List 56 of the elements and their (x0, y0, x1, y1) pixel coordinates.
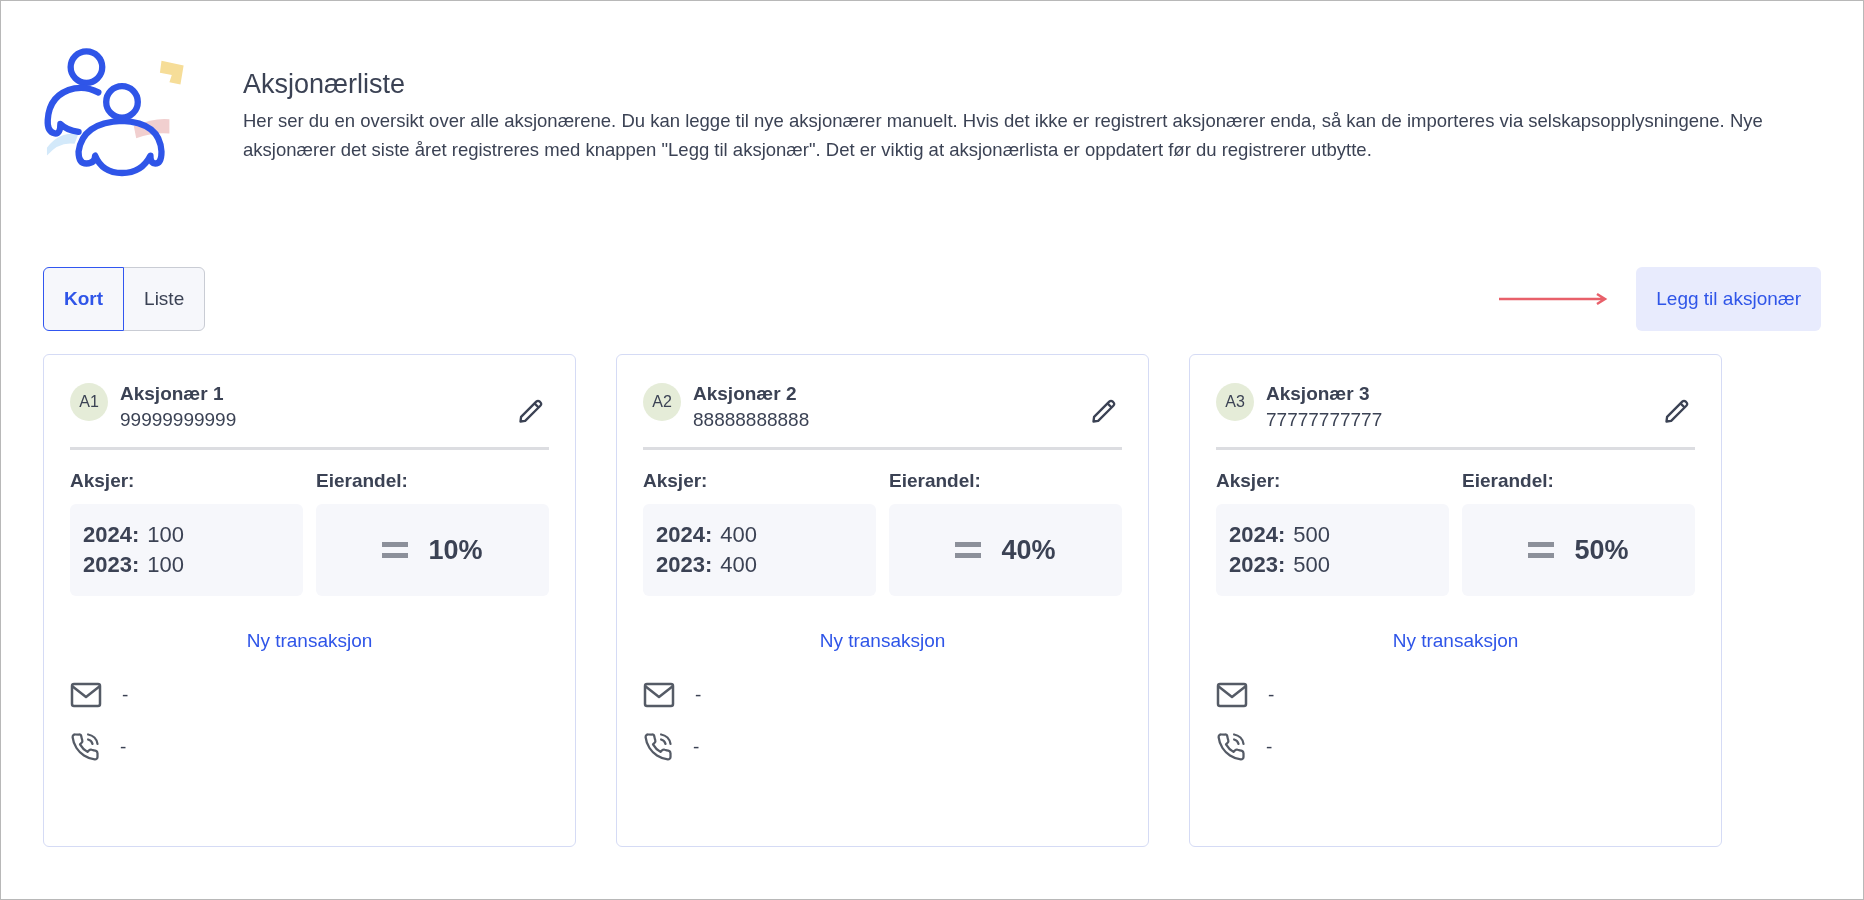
mail-icon (643, 682, 675, 708)
ownership-percent: 40% (1001, 534, 1056, 566)
shareholder-name: Aksjonær 1 (120, 383, 225, 405)
ownership-label: Eierandel: (1462, 470, 1555, 492)
view-toggle-tab[interactable]: Liste (123, 267, 206, 331)
avatar: A2 (643, 383, 681, 421)
share-count: 100 (147, 522, 184, 548)
edit-icon (1663, 397, 1691, 425)
ownership-label: Eierandel: (889, 470, 982, 492)
phone-icon (643, 732, 673, 762)
ownership-label: Eierandel: (316, 470, 409, 492)
phone-value: - (693, 736, 700, 758)
new-transaction-link[interactable]: Ny transaksjon (819, 630, 946, 652)
id-number: 99999999999 (120, 409, 238, 431)
year-label: 2024: (83, 522, 140, 548)
equals-icon (955, 541, 982, 559)
new-transaction-link[interactable]: Ny transaksjon (246, 630, 373, 652)
year-label: 2023: (1229, 552, 1286, 578)
email-value: - (1268, 684, 1275, 706)
shares-label: Aksjer: (643, 470, 709, 492)
phone-value: - (1266, 736, 1273, 758)
share-count: 100 (147, 552, 184, 578)
add-shareholder-button[interactable]: Legg til aksjonær (1636, 267, 1821, 331)
year-label: 2024: (1229, 522, 1286, 548)
equals-icon (382, 541, 409, 559)
share-count: 400 (720, 552, 757, 578)
view-toggle-tab[interactable]: Kort (43, 267, 125, 331)
year-label: 2023: (656, 552, 713, 578)
id-number: 88888888888 (693, 409, 811, 431)
page-description: Her ser du en oversikt over alle aksjonærene. Du kan legge til nye aksjonærer manuelt. Hvis det ikke er registrert aksjonærer enda, så kan de importeres via selskapsopplysningene. Nye aksjonærer det siste året registreres med knappen "Legg til aksjonær". Det er viktig at aksjonærlista er oppdatert før du registrerer utbytte. (243, 109, 1764, 162)
share-count: 500 (1293, 552, 1330, 578)
shares-label: Aksjer: (1216, 470, 1282, 492)
email-value: - (122, 684, 129, 706)
new-transaction-link[interactable]: Ny transaksjon (1392, 630, 1519, 652)
phone-icon (1216, 732, 1246, 762)
share-count: 500 (1293, 522, 1330, 548)
ownership-percent: 10% (428, 534, 483, 566)
email-value: - (695, 684, 702, 706)
shareholder-name: Aksjonær 2 (693, 383, 798, 405)
page-title: Aksjonærliste (243, 69, 407, 100)
id-number: 77777777777 (1266, 409, 1384, 431)
ownership-percent: 50% (1574, 534, 1629, 566)
phone-value: - (120, 736, 127, 758)
avatar: A3 (1216, 383, 1254, 421)
equals-icon (1528, 541, 1555, 559)
year-label: 2023: (83, 552, 140, 578)
share-count: 400 (720, 522, 757, 548)
mail-icon (70, 682, 102, 708)
shares-label: Aksjer: (70, 470, 136, 492)
mail-icon (1216, 682, 1248, 708)
edit-icon (1090, 397, 1118, 425)
edit-icon (517, 397, 545, 425)
avatar: A1 (70, 383, 108, 421)
shareholder-name: Aksjonær 3 (1266, 383, 1371, 405)
year-label: 2024: (656, 522, 713, 548)
phone-icon (70, 732, 100, 762)
